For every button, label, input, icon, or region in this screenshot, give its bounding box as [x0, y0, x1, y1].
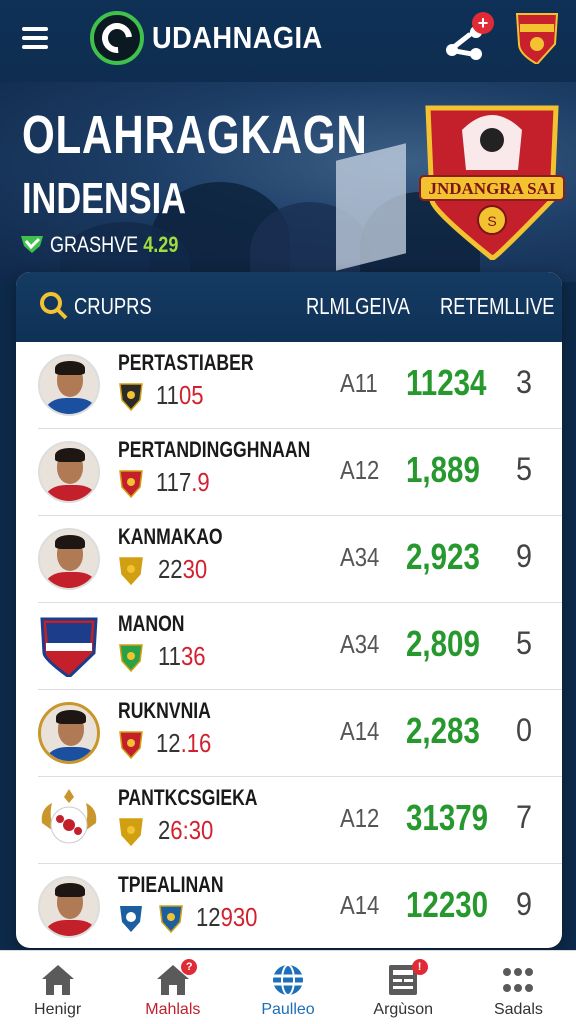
crest-text: JNDANGRA SAI: [428, 179, 555, 198]
player-avatar: [38, 354, 100, 416]
team-badge-icon: [119, 383, 143, 412]
group-code: A11: [340, 368, 378, 398]
home-icon: [40, 963, 76, 997]
app-bar: UDAHNAGIA +: [0, 0, 576, 82]
group-code: A12: [340, 455, 380, 485]
group-code: A14: [340, 890, 380, 920]
nav-item-1[interactable]: Henigr: [0, 951, 115, 1024]
group-code: A34: [340, 629, 380, 659]
nav-item-5[interactable]: Sadals: [461, 951, 576, 1024]
standings-list: PERTASTIABER 1105 A11 11234 3 PERTANDING…: [16, 342, 562, 948]
match-score: 1136: [158, 641, 206, 671]
table-row[interactable]: PERTASTIABER 1105 A11 11234 3: [38, 342, 562, 429]
live-count: 3: [516, 364, 533, 400]
live-count: 5: [516, 451, 533, 487]
nav-label: Argùson: [373, 1001, 433, 1018]
points-value: 1,889: [406, 449, 480, 490]
match-score: 12930: [196, 902, 258, 932]
table-row[interactable]: PERTANDINGGHNAAN 117.9 A12 1,889 5: [38, 429, 562, 516]
nav-alert-badge: !: [411, 959, 428, 975]
search-icon[interactable]: [38, 290, 68, 320]
player-avatar: [38, 441, 100, 503]
notification-badge[interactable]: +: [472, 12, 494, 34]
group-code: A12: [340, 803, 380, 833]
match-score: 12.16: [156, 728, 212, 758]
player-avatar: [38, 876, 100, 938]
table-row[interactable]: MANON 1136 A34 2,809 5: [38, 603, 562, 690]
team-crest-icon: [40, 617, 98, 677]
nav-label: Paulleo: [261, 1001, 315, 1018]
match-score: 117.9: [156, 467, 210, 497]
club-crest-icon[interactable]: [514, 10, 560, 64]
hero-banner: OLAHRAGKAGN INDENSIA GRASHVE 4.29 JNDANG…: [0, 82, 576, 282]
nav-label: Henigr: [34, 1001, 82, 1018]
team-name: PERTASTIABER: [118, 350, 254, 375]
team-badge-secondary-icon: [120, 906, 142, 932]
team-badge-icon: [119, 644, 143, 673]
hero-status: GRASHVE 4.29: [50, 232, 179, 257]
team-badge-icon: [119, 731, 143, 760]
team-name: PERTANDINGGHNAAN: [118, 437, 311, 462]
team-badge-icon: [159, 905, 183, 934]
standings-card: CRUPRS RLMLGEIVA RETEMLLIVE PERTASTIABER…: [16, 272, 562, 948]
hero-title: OLAHRAGKAGN: [22, 105, 368, 165]
live-count: 9: [516, 886, 533, 922]
points-value: 12230: [406, 884, 489, 925]
column-header-groups[interactable]: CRUPRS: [74, 293, 152, 320]
table-row[interactable]: TPIEALINAN 12930 A14 12230 9: [38, 864, 562, 948]
points-value: 2,923: [406, 536, 480, 577]
match-score: 2230: [158, 554, 208, 584]
bottom-nav: Henigr ? Mahlals Paulleo ! Argùson Sadal…: [0, 950, 576, 1024]
points-value: 11234: [406, 362, 487, 403]
team-name: KANMAKAO: [118, 524, 223, 549]
nav-label: Mahlals: [145, 1001, 201, 1018]
column-header-registration[interactable]: RLMLGEIVA: [306, 293, 410, 320]
player-avatar: [38, 702, 100, 764]
table-row[interactable]: PANTKCSGIEKA 26:30 A12 31379 7: [38, 777, 562, 864]
app-logo: [90, 11, 144, 65]
team-name: TPIEALINAN: [118, 872, 224, 897]
hero-subtitle: INDENSIA: [22, 174, 186, 223]
match-score: 26:30: [158, 815, 214, 845]
nav-item-4[interactable]: ! Argùson: [346, 951, 461, 1024]
club-crest-large: JNDANGRA SAI S: [419, 105, 565, 260]
live-count: 0: [516, 712, 533, 748]
table-header: CRUPRS RLMLGEIVA RETEMLLIVE: [16, 272, 562, 342]
trophy-ball-icon: [41, 789, 97, 844]
team-name: MANON: [118, 611, 185, 636]
crest-letter: S: [487, 213, 496, 229]
points-value: 2,283: [406, 710, 480, 751]
team-badge-icon: [119, 818, 143, 847]
check-shield-icon: [21, 236, 43, 253]
group-code: A34: [340, 542, 380, 572]
team-badge-icon: [119, 557, 143, 586]
team-badge-icon: [119, 470, 143, 499]
nav-item-2[interactable]: ? Mahlals: [115, 951, 230, 1024]
app-title: UDAHNAGIA: [152, 20, 323, 55]
team-name: RUKNVNIA: [118, 698, 211, 723]
live-count: 7: [516, 799, 533, 835]
column-header-live[interactable]: RETEMLLIVE: [440, 293, 555, 320]
globe-icon: [270, 963, 306, 997]
player-avatar: [38, 528, 100, 590]
live-count: 5: [516, 625, 533, 661]
table-row[interactable]: KANMAKAO 2230 A34 2,923 9: [38, 516, 562, 603]
match-score: 1105: [156, 380, 204, 410]
menu-icon[interactable]: [22, 22, 52, 56]
live-count: 9: [516, 538, 533, 574]
team-name: PANTKCSGIEKA: [118, 785, 258, 810]
nav-label: Sadals: [493, 1001, 543, 1018]
nav-alert-badge: ?: [181, 959, 198, 975]
nav-item-3[interactable]: Paulleo: [230, 951, 345, 1024]
points-value: 2,809: [406, 623, 480, 664]
points-value: 31379: [406, 797, 489, 838]
grid-icon: [500, 963, 536, 997]
group-code: A14: [340, 716, 380, 746]
table-row[interactable]: RUKNVNIA 12.16 A14 2,283 0: [38, 690, 562, 777]
